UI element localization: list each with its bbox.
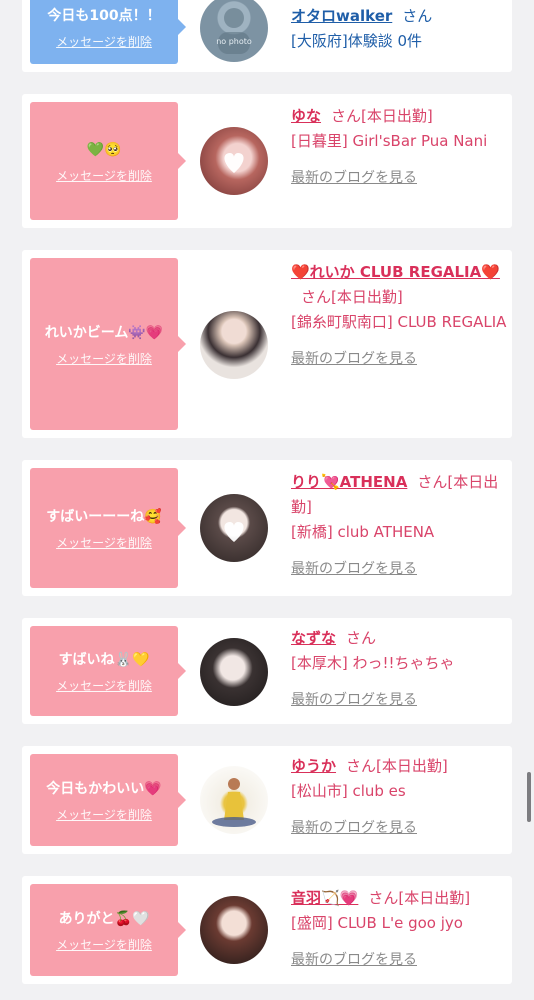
avatar[interactable]	[200, 494, 268, 562]
message-bubble: 今日もかわいい💗 メッセージを削除	[30, 754, 186, 846]
avatar[interactable]	[200, 127, 268, 195]
user-info: ゆな さん[本日出勤] [日暮里] Girl'sBar Pua Nani 最新のブ…	[291, 104, 507, 191]
avatar[interactable]	[200, 311, 268, 379]
user-name-link[interactable]: ❤️れいか CLUB REGALIA❤️	[291, 263, 500, 281]
shop-text: [松山市] club es	[291, 782, 406, 800]
san-label: さん	[346, 757, 377, 775]
message-card: すばいね🐰💛 メッセージを削除 なずな さん [本厚木] わっ!!ちゃちゃ 最新の…	[22, 618, 512, 724]
user-name-link[interactable]: 音羽🏹💗	[291, 889, 358, 907]
user-name-link[interactable]: りり💘ATHENA	[291, 473, 407, 491]
latest-blog-link[interactable]: 最新のブログを見る	[291, 166, 507, 191]
avatar[interactable]	[200, 638, 268, 706]
message-card: 今日も100点！！ メッセージを削除 no photo オタロwalker さん …	[22, 0, 512, 72]
message-bubble: ありがと🍒🤍 メッセージを削除	[30, 884, 186, 976]
shop-text: [本厚木] わっ!!ちゃちゃ	[291, 654, 455, 672]
delete-message-link[interactable]: メッセージを削除	[56, 534, 152, 551]
latest-blog-link[interactable]: 最新のブログを見る	[291, 948, 507, 973]
san-label: さん	[368, 889, 399, 907]
location-text: [大阪府]体験談 0件	[291, 32, 423, 50]
user-name-link[interactable]: オタロwalker	[291, 7, 392, 25]
work-status: [本日出勤]	[398, 889, 471, 907]
latest-blog-link[interactable]: 最新のブログを見る	[291, 347, 507, 372]
figure-illustration-icon	[212, 778, 256, 827]
user-info: なずな さん [本厚木] わっ!!ちゃちゃ 最新のブログを見る	[291, 626, 507, 713]
message-bubble: れいかビーム👾💗 メッセージを削除	[30, 258, 186, 430]
san-label: さん	[402, 7, 433, 25]
message-text: すばいーーーね🥰	[46, 508, 162, 525]
message-text: ありがと🍒🤍	[58, 910, 150, 927]
shop-text: [新橋] club ATHENA	[291, 523, 435, 541]
san-label: さん	[301, 288, 332, 306]
work-status: [本日出勤]	[376, 757, 448, 775]
message-card: れいかビーム👾💗 メッセージを削除 ❤️れいか CLUB REGALIA❤️ さん…	[22, 250, 512, 438]
avatar[interactable]	[200, 766, 268, 834]
avatar[interactable]	[200, 896, 268, 964]
face-sticker-icon	[224, 153, 244, 173]
avatar[interactable]: no photo	[200, 0, 268, 62]
message-bubble: すばいーーーね🥰 メッセージを削除	[30, 468, 186, 588]
san-label: さん	[417, 473, 448, 491]
user-name-link[interactable]: ゆな	[291, 107, 321, 125]
message-text: 今日も100点！！	[47, 7, 161, 24]
san-label: さん	[346, 629, 377, 647]
message-text: 今日もかわいい💗	[46, 780, 162, 797]
user-name-link[interactable]: なずな	[291, 629, 336, 647]
scrollbar-thumb[interactable]	[527, 772, 531, 822]
latest-blog-link[interactable]: 最新のブログを見る	[291, 688, 507, 713]
shop-text: [日暮里] Girl'sBar Pua Nani	[291, 132, 488, 150]
user-name-link[interactable]: ゆうか	[291, 757, 336, 775]
user-info: りり💘ATHENA さん[本日出勤] [新橋] club ATHENA 最新のブロ…	[291, 470, 507, 582]
delete-message-link[interactable]: メッセージを削除	[56, 167, 152, 184]
message-card: 💚🥺 メッセージを削除 ゆな さん[本日出勤] [日暮里] Girl'sBar P…	[22, 94, 512, 228]
user-info: ゆうか さん[本日出勤] [松山市] club es 最新のブログを見る	[291, 754, 507, 841]
delete-message-link[interactable]: メッセージを削除	[56, 677, 152, 694]
user-info: ❤️れいか CLUB REGALIA❤️ さん[本日出勤] [錦糸町駅南口] CL…	[291, 260, 507, 372]
message-card: 今日もかわいい💗 メッセージを削除 ゆうか さん[本日出勤] [松山市] club…	[22, 746, 512, 854]
user-info: 音羽🏹💗 さん[本日出勤] [盛岡] CLUB L'e goo jyo 最新のブロ…	[291, 886, 507, 973]
message-text: すばいね🐰💛	[58, 651, 150, 668]
message-text: れいかビーム👾💗	[44, 324, 164, 341]
latest-blog-link[interactable]: 最新のブログを見る	[291, 557, 507, 582]
message-bubble: 💚🥺 メッセージを削除	[30, 102, 186, 220]
shop-text: [盛岡] CLUB L'e goo jyo	[291, 914, 463, 932]
no-photo-placeholder-icon: no photo	[216, 8, 252, 54]
face-sticker-icon	[224, 522, 244, 542]
san-label: さん	[331, 107, 362, 125]
avatar-placeholder-text: no photo	[216, 37, 252, 46]
message-text: 💚🥺	[86, 141, 122, 158]
message-bubble: 今日も100点！！ メッセージを削除	[30, 0, 186, 64]
delete-message-link[interactable]: メッセージを削除	[56, 33, 152, 50]
user-info: オタロwalker さん [大阪府]体験談 0件	[291, 4, 507, 54]
delete-message-link[interactable]: メッセージを削除	[56, 936, 152, 953]
delete-message-link[interactable]: メッセージを削除	[56, 806, 152, 823]
message-card: すばいーーーね🥰 メッセージを削除 りり💘ATHENA さん[本日出勤] [新橋]…	[22, 460, 512, 596]
work-status: [本日出勤]	[361, 107, 433, 125]
shop-text: [錦糸町駅南口] CLUB REGALIA	[291, 313, 507, 331]
delete-message-link[interactable]: メッセージを削除	[56, 350, 152, 367]
latest-blog-link[interactable]: 最新のブログを見る	[291, 816, 507, 841]
message-card: ありがと🍒🤍 メッセージを削除 音羽🏹💗 さん[本日出勤] [盛岡] CLUB L…	[22, 876, 512, 984]
work-status: [本日出勤]	[331, 288, 403, 306]
message-bubble: すばいね🐰💛 メッセージを削除	[30, 626, 186, 716]
